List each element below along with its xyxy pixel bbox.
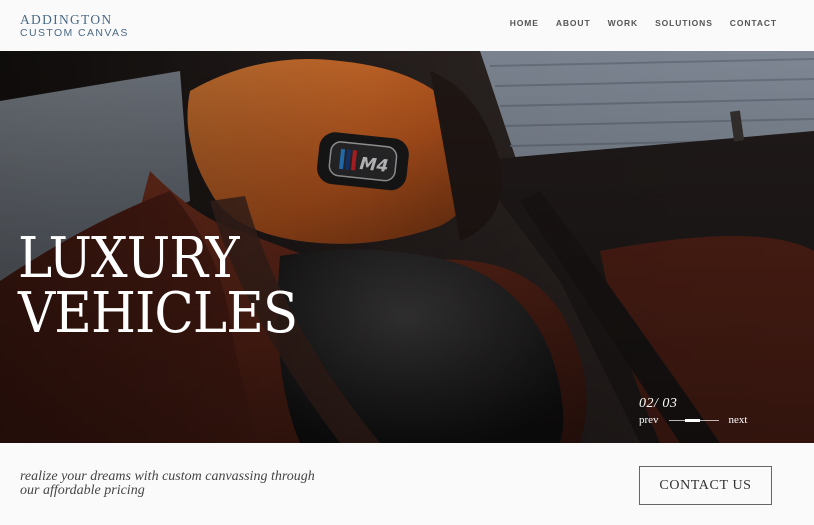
brand-logo[interactable]: ADDINGTON CUSTOM CANVAS bbox=[20, 13, 129, 38]
next-button[interactable]: next bbox=[729, 414, 748, 426]
hero-title-line2: VEHICLES bbox=[18, 281, 298, 346]
footer-bar: realize your dreams with custom canvassi… bbox=[0, 443, 814, 525]
nav-contact[interactable]: CONTACT bbox=[730, 18, 777, 28]
tagline-text: realize your dreams with custom canvassi… bbox=[20, 469, 315, 498]
contact-us-button[interactable]: CONTACT US bbox=[639, 466, 772, 505]
hero-title: LUXURY VEHICLES bbox=[18, 226, 322, 346]
prev-button[interactable]: prev bbox=[639, 414, 659, 426]
nav-home[interactable]: HOME bbox=[510, 18, 539, 28]
main-nav: HOME ABOUT WORK SOLUTIONS CONTACT bbox=[510, 18, 777, 28]
brand-name: ADDINGTON bbox=[20, 12, 113, 27]
slide-progress-fill bbox=[685, 418, 701, 422]
brand-tagline: CUSTOM CANVAS bbox=[20, 26, 129, 39]
nav-solutions[interactable]: SOLUTIONS bbox=[655, 18, 713, 28]
hero-banner: M4 LUXURY VEHICLES 02/ 03 prev next bbox=[0, 51, 814, 443]
nav-work[interactable]: WORK bbox=[608, 18, 639, 28]
slide-counter: 02/ 03 bbox=[639, 396, 678, 411]
hero-title-line1: LUXURY bbox=[18, 226, 240, 291]
site-header: ADDINGTON CUSTOM CANVAS HOME ABOUT WORK … bbox=[0, 0, 814, 51]
nav-about[interactable]: ABOUT bbox=[556, 18, 591, 28]
slide-controls: 02/ 03 prev next bbox=[639, 396, 759, 426]
slide-progress-track bbox=[668, 418, 719, 422]
